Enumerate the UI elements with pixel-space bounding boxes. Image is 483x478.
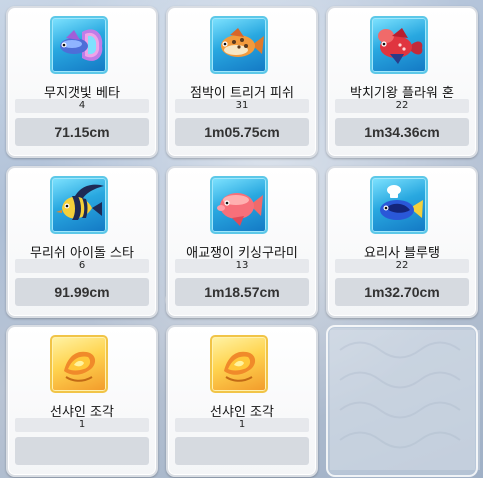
item-count: 4 bbox=[15, 99, 149, 113]
item-count: 31 bbox=[175, 99, 309, 113]
item-size: 71.15cm bbox=[15, 118, 149, 146]
spotted-triggerfish-icon bbox=[210, 16, 268, 74]
collection-slot[interactable]: 애교쟁이 키싱구라미 13 1m18.57cm bbox=[166, 166, 318, 318]
item-size: 1m32.70cm bbox=[335, 278, 469, 306]
item-count: 22 bbox=[335, 259, 469, 273]
item-count: 1 bbox=[175, 418, 309, 432]
collection-slot[interactable]: 점박이 트리거 피쉬 31 1m05.75cm bbox=[166, 6, 318, 158]
sunshine-fragment-icon bbox=[50, 335, 108, 393]
flowerhorn-fish-icon bbox=[370, 16, 428, 74]
item-count: 6 bbox=[15, 259, 149, 273]
item-count: 13 bbox=[175, 259, 309, 273]
item-size bbox=[15, 437, 149, 465]
empty-slot[interactable] bbox=[326, 325, 478, 477]
collection-slot[interactable]: 박치기왕 플라워 혼 22 1m34.36cm bbox=[326, 6, 478, 158]
chef-blue-tang-fish-icon bbox=[370, 176, 428, 234]
collection-slot[interactable]: 요리사 블루탱 22 1m32.70cm bbox=[326, 166, 478, 318]
collection-slot[interactable]: 무리쉬 아이돌 스타 6 91.99cm bbox=[6, 166, 158, 318]
item-size: 1m18.57cm bbox=[175, 278, 309, 306]
moorish-idol-fish-icon bbox=[50, 176, 108, 234]
collection-slot[interactable]: 선샤인 조각 1 bbox=[6, 325, 158, 477]
fish-collection-grid: 무지갯빛 베타 4 71.15cm 점박이 트리거 피쉬 31 1m05.75c… bbox=[0, 0, 483, 478]
item-size bbox=[175, 437, 309, 465]
sunshine-fragment-icon bbox=[210, 335, 268, 393]
collection-slot[interactable]: 무지갯빛 베타 4 71.15cm bbox=[6, 6, 158, 158]
rainbow-betta-fish-icon bbox=[50, 16, 108, 74]
item-count: 22 bbox=[335, 99, 469, 113]
item-size: 91.99cm bbox=[15, 278, 149, 306]
item-size: 1m34.36cm bbox=[335, 118, 469, 146]
collection-slot[interactable]: 선샤인 조각 1 bbox=[166, 325, 318, 477]
item-size: 1m05.75cm bbox=[175, 118, 309, 146]
item-count: 1 bbox=[15, 418, 149, 432]
kissing-gourami-fish-icon bbox=[210, 176, 268, 234]
